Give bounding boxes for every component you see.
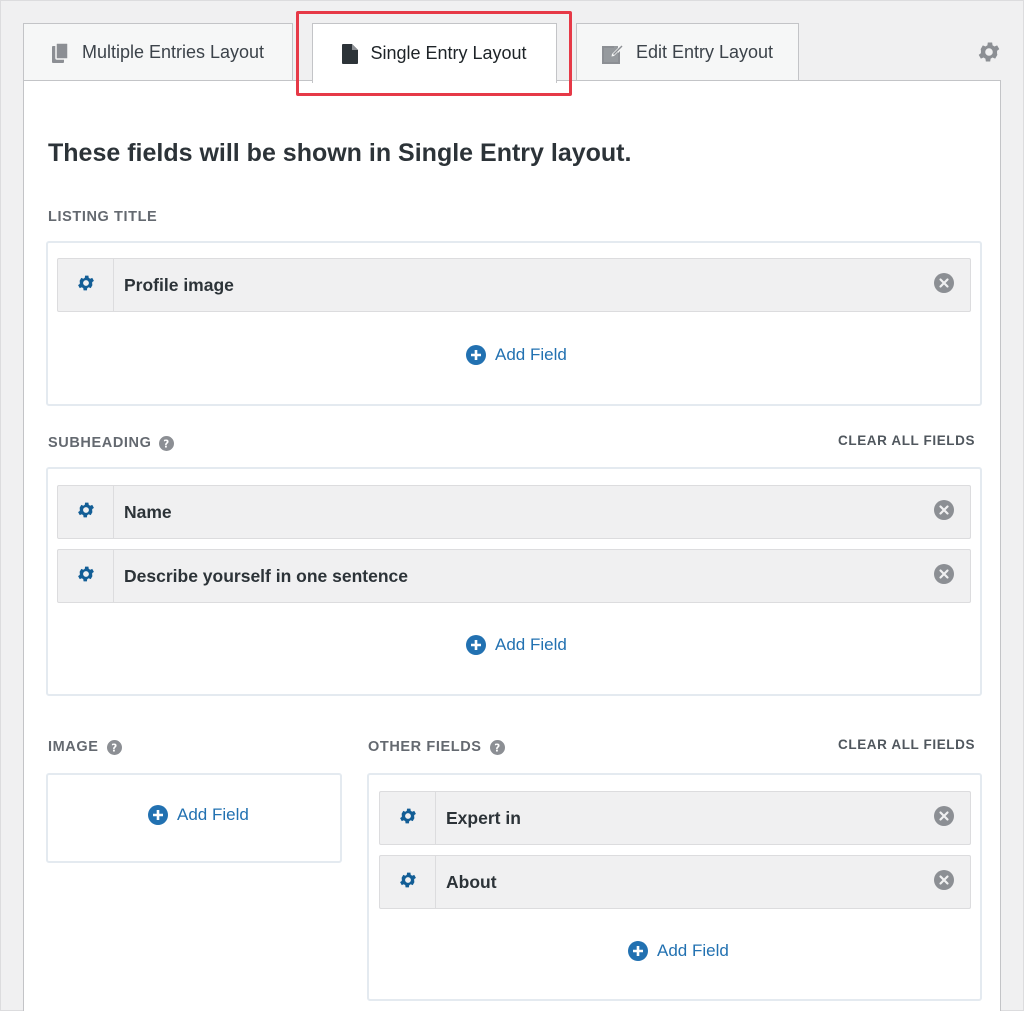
close-circle-icon	[934, 805, 954, 831]
window-frame: Multiple Entries Layout Single Entry Lay…	[0, 0, 1024, 1011]
tab-single-label: Single Entry Layout	[370, 43, 527, 63]
field-settings-button[interactable]	[58, 550, 114, 602]
section-label-text: SUBHEADING	[48, 435, 152, 451]
field-label: About	[446, 871, 497, 892]
field-settings-button[interactable]	[380, 792, 436, 844]
field-row-name[interactable]: Name	[57, 485, 971, 539]
plus-circle-icon	[466, 635, 486, 655]
help-icon[interactable]: ?	[489, 739, 505, 755]
section-label-text: OTHER FIELDS	[368, 739, 482, 755]
section-label-text: LISTING TITLE	[48, 209, 158, 225]
tabs-bar: Multiple Entries Layout Single Entry Lay…	[1, 1, 1023, 96]
plus-circle-icon	[148, 805, 168, 825]
field-row-about[interactable]: About	[379, 855, 971, 909]
gear-icon	[76, 500, 96, 525]
document-icon	[342, 43, 359, 64]
drop-zone-subheading: Name Describe yourself in one sentence A…	[46, 467, 982, 696]
field-label: Expert in	[446, 807, 521, 828]
field-label: Name	[124, 501, 172, 522]
drop-zone-listing-title: Profile image Add Field	[46, 241, 982, 406]
plus-circle-icon	[628, 941, 648, 961]
section-label-other-fields: OTHER FIELDS ?	[368, 739, 505, 755]
close-circle-icon	[934, 499, 954, 525]
remove-field-button[interactable]	[918, 550, 970, 602]
add-field-label: Add Field	[177, 805, 249, 824]
section-label-listing-title: LISTING TITLE	[48, 209, 157, 225]
copy-icon	[51, 42, 70, 63]
add-field-button-subheading[interactable]: Add Field	[466, 635, 567, 655]
drop-zone-other-fields: Expert in About Add Field	[367, 773, 982, 1001]
add-field-label: Add Field	[495, 635, 567, 654]
gear-icon	[76, 273, 96, 298]
gear-icon	[398, 806, 418, 831]
plus-circle-icon	[466, 345, 486, 365]
layout-panel: These fields will be shown in Single Ent…	[23, 80, 1001, 1011]
remove-field-button[interactable]	[918, 259, 970, 311]
section-label-text: IMAGE	[48, 739, 99, 755]
add-field-button-other-fields[interactable]: Add Field	[628, 941, 729, 961]
field-label: Profile image	[124, 274, 234, 295]
close-circle-icon	[934, 869, 954, 895]
clear-all-fields-other[interactable]: CLEAR ALL FIELDS	[838, 737, 975, 752]
tab-multiple-entries-layout[interactable]: Multiple Entries Layout	[23, 23, 293, 81]
field-settings-button[interactable]	[380, 856, 436, 908]
add-field-label: Add Field	[657, 941, 729, 960]
tab-edit-entry-layout[interactable]: Edit Entry Layout	[576, 23, 799, 81]
remove-field-button[interactable]	[918, 792, 970, 844]
field-row-describe-yourself[interactable]: Describe yourself in one sentence	[57, 549, 971, 603]
edit-document-icon	[601, 42, 624, 64]
remove-field-button[interactable]	[918, 856, 970, 908]
gear-icon	[398, 870, 418, 895]
help-icon[interactable]: ?	[106, 739, 122, 755]
add-field-button-image[interactable]: Add Field	[148, 805, 249, 825]
section-label-subheading: SUBHEADING ?	[48, 435, 175, 451]
section-label-image: IMAGE ?	[48, 739, 122, 755]
svg-text:?: ?	[164, 438, 171, 450]
gear-icon	[76, 564, 96, 589]
remove-field-button[interactable]	[918, 486, 970, 538]
close-circle-icon	[934, 272, 954, 298]
field-label: Describe yourself in one sentence	[124, 565, 408, 586]
add-field-label: Add Field	[495, 345, 567, 364]
field-row-expert-in[interactable]: Expert in	[379, 791, 971, 845]
drop-zone-image: Add Field	[46, 773, 342, 863]
clear-all-fields-subheading[interactable]: CLEAR ALL FIELDS	[838, 433, 975, 448]
tab-edit-label: Edit Entry Layout	[635, 42, 774, 62]
field-settings-button[interactable]	[58, 486, 114, 538]
add-field-button-listing-title[interactable]: Add Field	[466, 345, 567, 365]
tab-single-entry-layout[interactable]: Single Entry Layout	[312, 23, 557, 83]
field-row-profile-image[interactable]: Profile image	[57, 258, 971, 312]
tab-multiple-label: Multiple Entries Layout	[81, 42, 265, 62]
gear-icon[interactable]	[976, 39, 1002, 70]
field-settings-button[interactable]	[58, 259, 114, 311]
help-icon[interactable]: ?	[159, 435, 175, 451]
close-circle-icon	[934, 563, 954, 589]
page-title: These fields will be shown in Single Ent…	[48, 139, 632, 167]
svg-text:?: ?	[494, 742, 501, 754]
svg-text:?: ?	[111, 742, 118, 754]
